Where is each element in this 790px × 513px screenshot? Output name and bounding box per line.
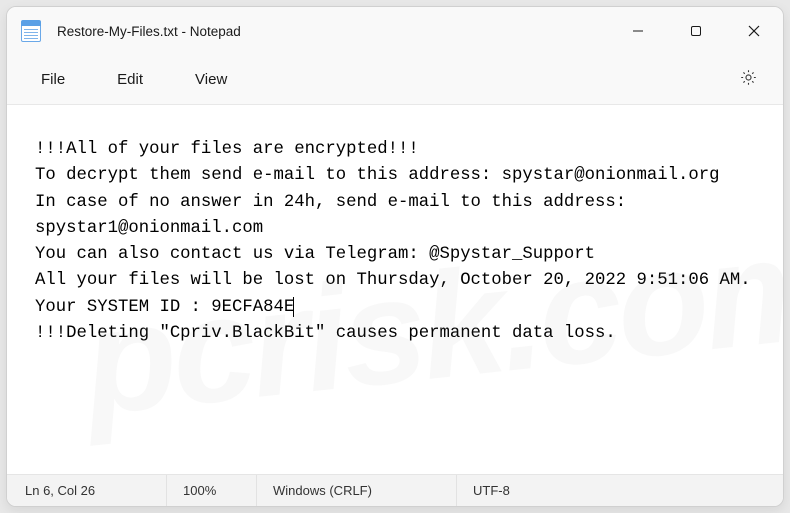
menu-bar: File Edit View (7, 55, 783, 105)
settings-button[interactable] (727, 59, 769, 101)
menu-file[interactable]: File (15, 63, 91, 96)
text-line: !!!Deleting "Cpriv.BlackBit" causes perm… (35, 324, 616, 343)
notepad-window: Restore-My-Files.txt - Notepad File Edit… (6, 6, 784, 507)
maximize-button[interactable] (667, 7, 725, 55)
text-line: !!!All of your files are encrypted!!! (35, 140, 419, 159)
window-controls (609, 7, 783, 55)
menu-edit[interactable]: Edit (91, 63, 169, 96)
status-line-ending: Windows (CRLF) (257, 475, 457, 506)
close-button[interactable] (725, 7, 783, 55)
gear-icon (739, 68, 758, 92)
minimize-button[interactable] (609, 7, 667, 55)
text-line: You can also contact us via Telegram: @S… (35, 245, 595, 264)
text-line: All your files will be lost on Thursday,… (35, 271, 751, 290)
title-bar[interactable]: Restore-My-Files.txt - Notepad (7, 7, 783, 55)
menu-view[interactable]: View (169, 63, 253, 96)
text-line: In case of no answer in 24h, send e-mail… (35, 193, 637, 238)
text-caret (293, 297, 294, 317)
status-bar: Ln 6, Col 26 100% Windows (CRLF) UTF-8 (7, 474, 783, 506)
text-editor[interactable]: !!!All of your files are encrypted!!! To… (7, 105, 783, 474)
status-cursor-position: Ln 6, Col 26 (7, 475, 167, 506)
notepad-app-icon (21, 20, 41, 42)
window-title: Restore-My-Files.txt - Notepad (57, 24, 241, 39)
text-line: Your SYSTEM ID : 9ECFA84E (35, 298, 294, 317)
text-line: To decrypt them send e-mail to this addr… (35, 166, 719, 185)
status-zoom: 100% (167, 475, 257, 506)
status-encoding: UTF-8 (457, 475, 783, 506)
